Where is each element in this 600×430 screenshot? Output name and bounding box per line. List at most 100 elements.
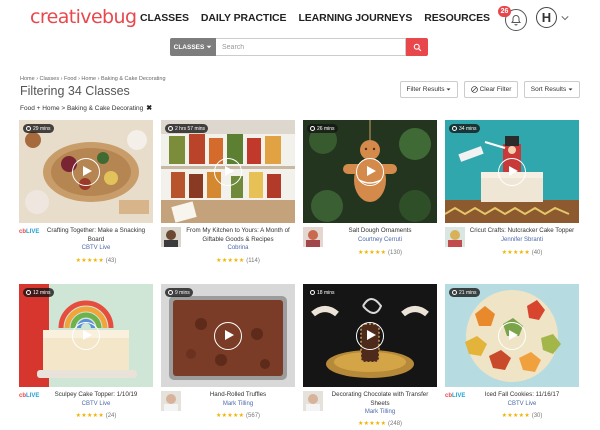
class-author[interactable]: CBTV Live xyxy=(39,400,153,409)
class-rating: ★★★★★ (40) xyxy=(465,249,579,256)
instructor-avatar[interactable] xyxy=(303,391,323,411)
star-icon: ★★★★★ xyxy=(216,258,245,264)
class-thumbnail[interactable]: 34 mins xyxy=(445,120,579,223)
star-icon: ★★★★★ xyxy=(215,413,245,419)
play-icon[interactable] xyxy=(72,321,100,350)
class-title[interactable]: Cricut Crafts: Nutcracker Cake Topper Jen… xyxy=(465,227,579,244)
instructor-avatar[interactable] xyxy=(161,227,181,247)
instructor-avatar[interactable] xyxy=(445,227,465,247)
clock-icon xyxy=(310,290,315,295)
notification-count-badge: 26 xyxy=(498,6,511,17)
search-bar: CLASSES xyxy=(170,38,428,56)
duration-badge: 2 hrs 57 mins xyxy=(165,124,209,133)
class-card[interactable]: 12 mins cbLIVE Sculpey Cake Topper: 1/10… xyxy=(19,284,153,427)
remove-filter-icon[interactable]: ✖ xyxy=(146,104,152,112)
class-meta: cbLIVE Sculpey Cake Topper: 1/10/19 CBTV … xyxy=(19,387,153,427)
class-thumbnail[interactable]: 2 hrs 57 mins xyxy=(161,120,295,223)
user-avatar[interactable]: H xyxy=(536,7,557,28)
duration-badge: 9 mins xyxy=(165,288,193,297)
class-thumbnail[interactable]: 29 mins xyxy=(19,120,153,223)
play-icon[interactable] xyxy=(498,321,526,350)
play-icon[interactable] xyxy=(498,157,526,186)
play-icon[interactable] xyxy=(72,157,100,186)
class-title[interactable]: Salt Dough Ornaments Courtney Cerruti xyxy=(323,227,437,244)
duration-text: 18 mins xyxy=(317,289,335,296)
breadcrumb[interactable]: Home › Classes › Food › Home › Baking & … xyxy=(20,76,166,82)
main-nav: CLASSES DAILY PRACTICE LEARNING JOURNEYS… xyxy=(140,12,490,24)
nav-learning-journeys[interactable]: LEARNING JOURNEYS xyxy=(298,12,412,24)
duration-badge: 21 mins xyxy=(449,288,480,297)
nav-resources[interactable]: RESOURCES xyxy=(424,12,490,24)
duration-badge: 34 mins xyxy=(449,124,480,133)
class-title[interactable]: Hand-Rolled Truffles Mark Tilling xyxy=(181,391,295,408)
class-card[interactable]: 21 mins cbLIVE Iced Fall Cookies: 11/16/… xyxy=(445,284,579,427)
clear-filter-button[interactable]: Clear Filter xyxy=(464,81,518,98)
class-card[interactable]: 18 mins Decorating Chocolate with Transf… xyxy=(303,284,437,427)
creativebug-logo[interactable]: creativebug xyxy=(30,6,137,28)
star-icon: ★★★★★ xyxy=(75,258,105,264)
class-card[interactable]: 2 hrs 57 mins From My Kitchen to Yours: … xyxy=(161,120,295,264)
duration-badge: 12 mins xyxy=(23,288,54,297)
search-icon xyxy=(413,43,421,51)
filter-results-button[interactable]: Filter Results xyxy=(400,81,458,98)
class-author[interactable]: Courtney Cerruti xyxy=(323,236,437,245)
class-thumbnail[interactable]: 26 mins xyxy=(303,120,437,223)
duration-text: 21 mins xyxy=(459,289,477,296)
search-category-dropdown[interactable]: CLASSES xyxy=(170,38,216,56)
clock-icon xyxy=(452,290,457,295)
class-thumbnail[interactable]: 18 mins xyxy=(303,284,437,387)
class-title[interactable]: Decorating Chocolate with Transfer Sheet… xyxy=(323,391,437,417)
clock-icon xyxy=(26,126,31,131)
play-icon[interactable] xyxy=(356,321,384,350)
nav-daily-practice[interactable]: DAILY PRACTICE xyxy=(201,12,287,24)
page-title: Filtering 34 Classes xyxy=(20,84,130,98)
class-rating: ★★★★★ (24) xyxy=(39,412,153,419)
class-rating: ★★★★★ (43) xyxy=(39,257,153,264)
duration-text: 29 mins xyxy=(33,125,51,132)
class-author[interactable]: CBTV Live xyxy=(39,244,153,253)
class-thumbnail[interactable]: 21 mins xyxy=(445,284,579,387)
class-card[interactable]: 26 mins Salt Dough Ornaments Courtney Cer… xyxy=(303,120,437,263)
class-author[interactable]: Mark Tilling xyxy=(181,400,295,409)
clock-icon xyxy=(168,290,173,295)
duration-badge: 18 mins xyxy=(307,288,338,297)
class-author[interactable]: Mark Tilling xyxy=(323,408,437,417)
clear-filter-label: Clear Filter xyxy=(479,86,512,93)
star-icon: ★★★★★ xyxy=(501,250,531,256)
class-thumbnail[interactable]: 12 mins xyxy=(19,284,153,387)
nav-classes[interactable]: CLASSES xyxy=(140,12,189,24)
class-title[interactable]: From My Kitchen to Yours: A Month of Gif… xyxy=(181,227,295,253)
class-author[interactable]: Cobrina xyxy=(181,244,295,253)
play-icon[interactable] xyxy=(356,157,384,186)
duration-badge: 26 mins xyxy=(307,124,338,133)
class-author[interactable]: CBTV Live xyxy=(465,400,579,409)
play-icon[interactable] xyxy=(214,321,242,350)
clock-icon xyxy=(168,126,173,131)
clear-icon xyxy=(470,86,478,93)
instructor-avatar[interactable] xyxy=(161,391,181,411)
clock-icon xyxy=(26,290,31,295)
class-title[interactable]: Iced Fall Cookies: 11/16/17 CBTV Live xyxy=(465,391,579,408)
class-title[interactable]: Crafting Together: Make a Snacking Board… xyxy=(39,227,153,253)
chevron-down-icon[interactable] xyxy=(561,14,569,22)
duration-text: 2 hrs 57 mins xyxy=(175,125,206,132)
review-count: (24) xyxy=(105,413,117,419)
active-filter: Food + Home > Baking & Cake Decorating ✖ xyxy=(20,104,152,113)
instructor-avatar[interactable] xyxy=(303,227,323,247)
top-navigation: creativebug CLASSES DAILY PRACTICE LEARN… xyxy=(0,0,600,36)
cbtv-live-logo: cbLIVE xyxy=(445,393,466,399)
duration-text: 9 mins xyxy=(175,289,190,296)
class-thumbnail[interactable]: 9 mins xyxy=(161,284,295,387)
sort-results-label: Sort Results xyxy=(530,86,567,93)
class-card[interactable]: 9 mins Hand-Rolled Truffles Mark Tilling … xyxy=(161,284,295,427)
class-author[interactable]: Jennifer Sbranti xyxy=(465,236,579,245)
class-title[interactable]: Sculpey Cake Topper: 1/10/19 CBTV Live xyxy=(39,391,153,408)
sort-results-button[interactable]: Sort Results xyxy=(524,81,580,98)
search-button[interactable] xyxy=(406,38,428,56)
class-rating: ★★★★★ (567) xyxy=(181,412,295,419)
class-card[interactable]: 29 mins cbLIVE Crafting Together: Make a… xyxy=(19,120,153,264)
review-count: (30) xyxy=(531,413,543,419)
class-card[interactable]: 34 mins Cricut Crafts: Nutcracker Cake T… xyxy=(445,120,579,263)
play-icon[interactable] xyxy=(214,157,242,186)
search-input[interactable] xyxy=(216,38,406,56)
